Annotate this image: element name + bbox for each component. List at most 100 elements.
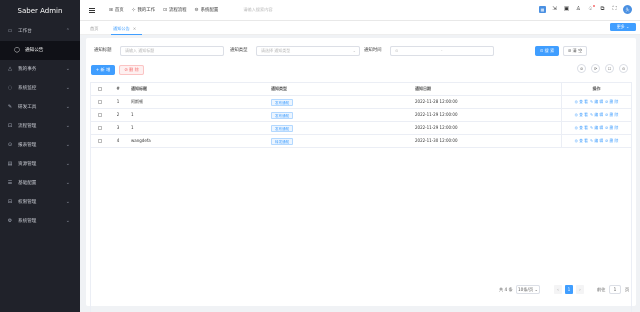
sidebar-item-2[interactable]: △ 我的事务 ⌄: [0, 60, 80, 79]
notice-icon: ◯: [14, 47, 20, 53]
row-index: 3: [116, 125, 120, 130]
type-tag: 发布通知: [271, 98, 294, 106]
chevron-down-icon: ⌄: [65, 142, 70, 148]
tab-home[interactable]: 首页: [90, 24, 98, 33]
topnav-item-1[interactable]: ⊹ 我的工作: [132, 7, 156, 14]
edit-button[interactable]: ✎ 编 辑: [590, 125, 603, 130]
row-checkbox[interactable]: [95, 122, 105, 134]
refresh-icon[interactable]: ⟳: [591, 64, 600, 73]
type-tag: 发布通知: [271, 124, 294, 132]
edit-button[interactable]: ✎ 编 辑: [590, 112, 603, 117]
theme-icon[interactable]: ▦: [539, 6, 546, 13]
clear-button[interactable]: ⊘ 清 空: [563, 46, 587, 56]
topnav-label: 流程流程: [168, 8, 187, 13]
row-type: 转发通知: [271, 135, 401, 147]
time-filter-range[interactable]: ⊙ -: [390, 46, 494, 56]
row-date: 2022-11-28 12:00:00: [415, 99, 458, 104]
top-header: ⊞ 首页 ⊹ 我的工作 ⊡ 流程流程 ⚙ 系统配置 请输入搜索内容 ▦ ⇲ ▣ ♙ ♤ ⧉ ⛶…: [80, 0, 640, 21]
more-button[interactable]: 更多 ⌄: [610, 23, 636, 31]
row-index: 4: [116, 138, 120, 143]
row-checkbox[interactable]: [95, 96, 105, 108]
topnav-item-2[interactable]: ⊡ 流程流程: [163, 7, 187, 14]
pagination: 共 4 条 10条/页 ⌄ ‹ 1 › 前往 1 页: [94, 285, 634, 295]
search-button[interactable]: ⊙ 搜 索: [535, 46, 559, 56]
topnav-item-0[interactable]: ⊞ 首页: [109, 7, 124, 14]
sidebar-item-3[interactable]: ◌ 系统监控 ⌄: [0, 79, 80, 98]
delete-button[interactable]: ⊘ 删 除: [119, 65, 144, 75]
title-filter-label: 通知标题: [94, 48, 112, 53]
clock-icon: ⊙: [395, 48, 399, 53]
next-page-button[interactable]: ›: [576, 285, 584, 294]
sidebar-item-10[interactable]: ⚙ 系统管理 ⌄: [0, 212, 80, 231]
gear-icon: ⚙: [7, 218, 13, 224]
row-delete-button[interactable]: ⊘ 删 除: [605, 112, 618, 117]
table-row: 3 1 发布通知 2022-11-29 12:00:00 ◎ 查 看 ✎ 编 辑 ⊘ 删 除: [91, 122, 631, 135]
desktop-icon: ▭: [7, 28, 13, 34]
add-button[interactable]: + 新 增: [91, 65, 115, 75]
resource-icon: ▤: [7, 161, 13, 167]
chevron-down-icon: ⌄: [65, 85, 70, 91]
row-checkbox[interactable]: [95, 135, 105, 147]
view-button[interactable]: ◎ 查 看: [575, 138, 588, 143]
tab-notice[interactable]: 通知公告 ×: [110, 24, 143, 35]
config-icon: ☰: [7, 180, 13, 186]
type-filter-select[interactable]: 请选择 通知类型 ⌄: [256, 46, 360, 56]
chevron-down-icon: ⌄: [65, 180, 70, 186]
row-date: 2022-11-30 12:00:00: [415, 138, 458, 143]
sidebar-item-1[interactable]: ◯ 通知公告: [0, 41, 80, 60]
row-delete-button[interactable]: ⊘ 删 除: [605, 138, 618, 143]
sidebar-item-5[interactable]: ⊡ 流程管理 ⌄: [0, 117, 80, 136]
sidebar-item-7[interactable]: ▤ 资源管理 ⌄: [0, 155, 80, 174]
select-all-checkbox[interactable]: [95, 83, 105, 95]
row-type: 发布通知: [271, 109, 401, 121]
filter-bar: 通知标题 请输入 通知标题 通知类型 请选择 通知类型 ⌄ 通知时间 ⊙ - ⊙ 搜…: [94, 46, 634, 56]
hamburger-icon[interactable]: [89, 7, 95, 13]
table-header: # 通知标题 通知类型 通知日期 操作: [91, 83, 631, 96]
sidebar-item-6[interactable]: ⊙ 报表管理 ⌄: [0, 136, 80, 155]
sidebar-item-9[interactable]: ⊟ 权限管理 ⌄: [0, 193, 80, 212]
type-filter-placeholder: 请选择 通知类型: [261, 48, 291, 53]
fullscreen-icon[interactable]: ⛶: [611, 6, 618, 13]
sidebar-item-label: 基础配置: [18, 181, 37, 186]
edit-button[interactable]: ✎ 编 辑: [590, 99, 603, 104]
row-delete-button[interactable]: ⊘ 删 除: [605, 99, 618, 104]
shirt-icon[interactable]: ♙: [575, 6, 582, 13]
sidebar-item-8[interactable]: ☰ 基础配置 ⌄: [0, 174, 80, 193]
lock-icon: ⊟: [7, 199, 13, 205]
columns-icon[interactable]: ☐: [605, 64, 614, 73]
topnav-label: 我的工作: [137, 8, 156, 13]
edit-button[interactable]: ✎ 编 辑: [590, 138, 603, 143]
sidebar: Saber Admin ▭ 工作台 ⌃ ◯ 通知公告 △ 我的事务 ⌄ ◌ 系统监控 ⌄ ✎ 研发工具 ⌄…: [0, 0, 80, 312]
current-page[interactable]: 1: [565, 285, 573, 294]
close-icon[interactable]: ×: [133, 26, 137, 31]
view-button[interactable]: ◎ 查 看: [575, 112, 588, 117]
bell-icon[interactable]: ♤: [587, 5, 595, 13]
row-delete-button[interactable]: ⊘ 删 除: [605, 125, 618, 130]
view-button[interactable]: ◎ 查 看: [575, 99, 588, 104]
topnav-item-3[interactable]: ⚙ 系统配置: [194, 7, 219, 14]
row-index: 1: [116, 99, 120, 104]
page-size-select[interactable]: 10条/页 ⌄: [516, 285, 540, 294]
flow-icon: ⊡: [163, 7, 167, 13]
topnav-label: 系统配置: [200, 8, 219, 13]
gear-icon: ⚙: [194, 7, 199, 13]
search-toggle-icon[interactable]: ⊙: [619, 64, 628, 73]
notification-icon[interactable]: ⧉: [599, 6, 606, 13]
prev-page-button[interactable]: ‹: [554, 285, 562, 294]
lock-icon[interactable]: ▣: [563, 6, 570, 13]
sidebar-item-label: 流程管理: [18, 124, 37, 129]
hide-search-icon[interactable]: ⊘: [577, 64, 586, 73]
title-filter-input[interactable]: 请输入 通知标题: [120, 46, 224, 56]
sidebar-item-0[interactable]: ▭ 工作台 ⌃: [0, 22, 80, 41]
row-title: wangdefa: [131, 138, 151, 143]
sidebar-item-4[interactable]: ✎ 研发工具 ⌄: [0, 98, 80, 117]
view-button[interactable]: ◎ 查 看: [575, 125, 588, 130]
goto-input[interactable]: 1: [609, 285, 621, 294]
avatar[interactable]: 头: [623, 5, 632, 14]
expand-icon[interactable]: ⇲: [551, 6, 558, 13]
monitor-icon: ◌: [7, 85, 13, 91]
topnav-label: 首页: [114, 8, 124, 13]
row-checkbox[interactable]: [95, 109, 105, 121]
top-search-input[interactable]: 请输入搜索内容: [243, 7, 272, 13]
sidebar-item-label: 权限管理: [18, 200, 37, 205]
